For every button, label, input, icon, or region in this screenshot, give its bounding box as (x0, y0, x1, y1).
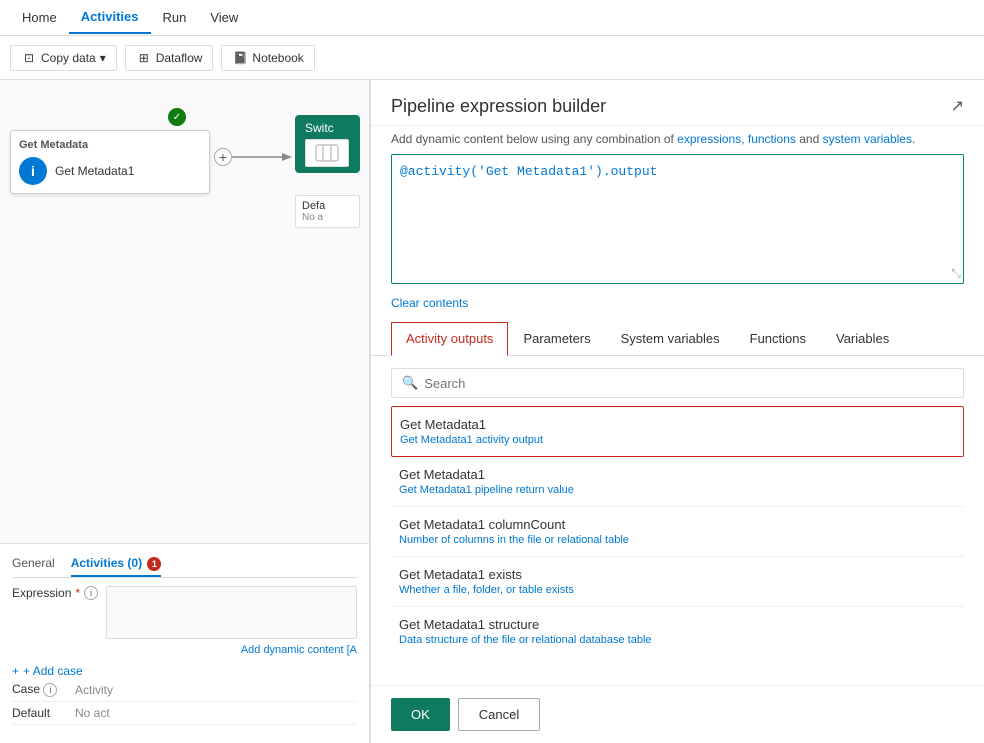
list-item-desc: Data structure of the file or relational… (399, 634, 956, 646)
list-item-title: Get Metadata1 exists (399, 567, 956, 582)
main-layout: Get Metadata i Get Metadata1 ✓ + Switc (0, 80, 984, 743)
editor-resize-handle[interactable]: ⤡ (951, 266, 961, 281)
default-sub: No a (302, 212, 353, 223)
case-activity-label: Activity (75, 683, 113, 697)
subtitle-system-variables: system variables (823, 132, 912, 146)
bottom-panel: General Activities (0) 1 Expression * i … (0, 543, 369, 743)
tab-variables[interactable]: Variables (821, 322, 904, 355)
ok-button[interactable]: OK (391, 698, 450, 731)
menu-activities[interactable]: Activities (69, 1, 151, 34)
expression-code: @activity('Get Metadata1').output (400, 164, 657, 179)
list-item[interactable]: Get Metadata1 columnCount Number of colu… (391, 507, 964, 557)
expression-input[interactable] (106, 586, 357, 639)
tab-system-variables[interactable]: System variables (606, 322, 735, 355)
check-icon: ✓ (168, 108, 186, 126)
list-item[interactable]: Get Metadata1 exists Whether a file, fol… (391, 557, 964, 607)
default-case-row: Default No act (12, 702, 357, 725)
chevron-down-icon: ▾ (100, 51, 106, 65)
list-item-title: Get Metadata1 (400, 417, 955, 432)
expression-label: Expression * i (12, 586, 98, 600)
expression-field-row: Expression * i Add dynamic content [A (12, 586, 357, 656)
subtitle-expressions: expressions (677, 132, 741, 146)
copy-icon: ⊡ (21, 50, 37, 66)
search-icon: 🔍 (402, 375, 418, 391)
panel-expand-icon[interactable]: ↗ (951, 96, 964, 116)
add-case-button[interactable]: + + Add case (12, 664, 357, 678)
panel-title: Pipeline expression builder (391, 96, 606, 117)
list-item[interactable]: Get Metadata1 structure Data structure o… (391, 607, 964, 656)
activities-badge: 1 (147, 557, 161, 571)
list-item-title: Get Metadata1 columnCount (399, 517, 956, 532)
dataflow-button[interactable]: ⊞ Dataflow (125, 45, 214, 71)
expression-info-icon: i (84, 586, 98, 600)
tab-general[interactable]: General (12, 552, 55, 577)
items-list: Get Metadata1 Get Metadata1 activity out… (371, 406, 984, 685)
expression-tabs: Activity outputs Parameters System varia… (371, 322, 984, 356)
default-case-label: Default (12, 706, 67, 720)
menu-home[interactable]: Home (10, 2, 69, 33)
bottom-tabs: General Activities (0) 1 (12, 552, 357, 578)
arrow-svg (232, 150, 292, 164)
list-item[interactable]: Get Metadata1 Get Metadata1 activity out… (391, 406, 964, 457)
tab-activity-outputs[interactable]: Activity outputs (391, 322, 508, 356)
list-item-desc: Get Metadata1 pipeline return value (399, 484, 956, 496)
switch-inner (305, 139, 349, 167)
toolbar: ⊡ Copy data ▾ ⊞ Dataflow 📓 Notebook (0, 36, 984, 80)
default-case-value: No act (75, 706, 110, 720)
canvas-area: Get Metadata i Get Metadata1 ✓ + Switc (0, 80, 370, 743)
add-connector-button[interactable]: + (214, 148, 232, 166)
switch-icon (315, 143, 339, 163)
subtitle-functions: functions (748, 132, 796, 146)
clear-contents-link[interactable]: Clear contents (371, 292, 984, 314)
dataflow-icon: ⊞ (136, 50, 152, 66)
activity-name: Get Metadata1 (55, 164, 134, 178)
tab-functions[interactable]: Functions (735, 322, 821, 355)
notebook-button[interactable]: 📓 Notebook (221, 45, 314, 71)
tab-activities[interactable]: Activities (0) 1 (71, 552, 162, 577)
panel-subtitle: Add dynamic content below using any comb… (371, 126, 984, 154)
list-item-desc: Whether a file, folder, or table exists (399, 584, 956, 596)
list-item-desc: Number of columns in the file or relatio… (399, 534, 956, 546)
menu-bar: Home Activities Run View (0, 0, 984, 36)
search-input[interactable] (424, 376, 953, 391)
activity-block[interactable]: Get Metadata i Get Metadata1 (10, 130, 210, 194)
activity-block-title: Get Metadata (19, 139, 201, 151)
switch-label: Switc (305, 121, 350, 135)
case-label: Case i (12, 682, 67, 697)
tab-parameters[interactable]: Parameters (508, 322, 605, 355)
panel-header: Pipeline expression builder ↗ (371, 80, 984, 126)
list-item-title: Get Metadata1 (399, 467, 956, 482)
default-block[interactable]: Defa No a (295, 195, 360, 228)
search-box: 🔍 (391, 368, 964, 398)
plus-icon: + (12, 664, 19, 678)
list-item-title: Get Metadata1 structure (399, 617, 956, 632)
case-info-icon: i (43, 683, 57, 697)
required-marker: * (75, 586, 80, 600)
case-row: Case i Activity (12, 678, 357, 702)
cancel-button[interactable]: Cancel (458, 698, 540, 731)
menu-view[interactable]: View (198, 2, 250, 33)
canvas-content: Get Metadata i Get Metadata1 ✓ + Switc (0, 80, 369, 743)
arrow-connector: + (214, 148, 292, 166)
menu-run[interactable]: Run (151, 2, 199, 33)
expression-editor[interactable]: @activity('Get Metadata1').output ⤡ (391, 154, 964, 284)
notebook-icon: 📓 (232, 50, 248, 66)
list-item-desc: Get Metadata1 activity output (400, 434, 955, 446)
list-item[interactable]: Get Metadata1 Get Metadata1 pipeline ret… (391, 457, 964, 507)
panel-footer: OK Cancel (371, 685, 984, 743)
activity-icon: i (19, 157, 47, 185)
default-label: Defa (302, 200, 353, 212)
right-panel: Pipeline expression builder ↗ Add dynami… (370, 80, 984, 743)
add-dynamic-link[interactable]: Add dynamic content [A (106, 642, 357, 656)
switch-block[interactable]: Switc (295, 115, 360, 173)
activity-node: i Get Metadata1 (19, 157, 201, 185)
copy-data-button[interactable]: ⊡ Copy data ▾ (10, 45, 117, 71)
